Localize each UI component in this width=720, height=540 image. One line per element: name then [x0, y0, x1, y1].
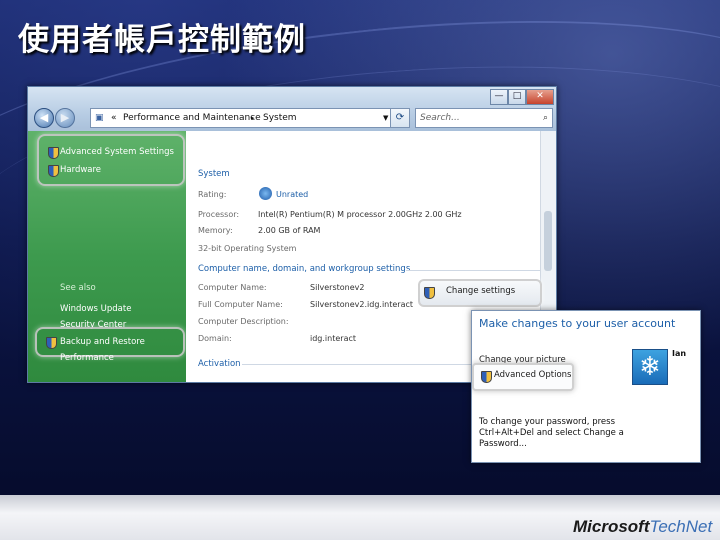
address-bar[interactable]: ▣ « Performance and Maintenance ▸ System…	[90, 108, 410, 128]
task-advanced-settings[interactable]: Advanced System Settings	[60, 147, 174, 157]
user-account-panel: Make changes to your user account Change…	[471, 310, 701, 463]
panel-title: Make changes to your user account	[479, 317, 676, 330]
password-hint: To change your password, press Ctrl+Alt+…	[479, 417, 624, 449]
link-performance[interactable]: Performance	[60, 353, 114, 363]
refresh-button[interactable]: ⟳	[390, 108, 410, 128]
change-settings-button[interactable]: Change settings	[418, 279, 542, 307]
full-name-label: Full Computer Name:	[198, 300, 283, 309]
change-settings-label: Change settings	[446, 286, 516, 296]
brand-logo: MicrosoftTechNet	[573, 517, 712, 537]
scrollbar-thumb[interactable]	[544, 211, 552, 271]
uac-shield-icon	[424, 287, 435, 299]
back-button[interactable]: ◀	[34, 108, 54, 128]
uac-shield-icon	[48, 147, 59, 159]
link-backup-restore[interactable]: Backup and Restore	[60, 337, 145, 347]
search-box[interactable]: Search... ⌕	[415, 108, 553, 128]
computer-name-value: Silverstonev2	[310, 283, 365, 292]
os-type-label: 32-bit Operating System	[198, 244, 297, 253]
forward-button[interactable]: ▶	[55, 108, 75, 128]
title-bar: — □ ✕ ◀ ▶ ▣ « Performance and Maintenanc…	[28, 87, 556, 131]
uac-shield-icon	[48, 165, 59, 177]
minimize-button[interactable]: —	[490, 89, 508, 105]
page-title: 使用者帳戶控制範例	[18, 22, 306, 58]
back-arrow-icon: ◀	[39, 111, 49, 124]
full-name-value: Silverstonev2.idg.interact	[310, 300, 414, 309]
memory-value: 2.00 GB of RAM	[258, 226, 321, 235]
processor-value: Intel(R) Pentium(R) M processor 2.00GHz …	[258, 210, 462, 219]
processor-label: Processor:	[198, 210, 240, 219]
description-label: Computer Description:	[198, 317, 289, 326]
advanced-options-label: Advanced Options	[494, 370, 572, 380]
uac-shield-icon	[46, 337, 57, 349]
search-input[interactable]: Search...	[420, 109, 460, 127]
search-icon[interactable]: ⌕	[543, 109, 548, 127]
section-system: System	[198, 169, 230, 179]
advanced-options-button[interactable]: Advanced Options	[472, 363, 574, 391]
breadcrumb-separator-icon: ▸	[251, 114, 255, 122]
computer-name-label: Computer Name:	[198, 283, 267, 292]
close-button[interactable]: ✕	[526, 89, 554, 105]
section-divider	[406, 270, 542, 271]
domain-value: idg.interact	[310, 334, 356, 343]
section-computer-name: Computer name, domain, and workgroup set…	[198, 264, 411, 274]
domain-label: Domain:	[198, 334, 232, 343]
breadcrumb-system[interactable]: System	[263, 109, 297, 127]
rating-icon	[259, 187, 272, 200]
task-highlight	[37, 134, 185, 186]
memory-label: Memory:	[198, 226, 233, 235]
address-dropdown-icon[interactable]: ▼	[383, 109, 388, 127]
see-also-heading: See also	[60, 283, 96, 293]
breadcrumb-performance[interactable]: Performance and Maintenance	[123, 109, 261, 127]
section-activation: Activation	[198, 359, 241, 369]
brand-technet: TechNet	[649, 517, 713, 536]
rating-value[interactable]: Unrated	[276, 190, 308, 199]
control-panel-icon: ▣	[95, 113, 104, 123]
refresh-icon: ⟳	[395, 112, 405, 123]
task-sidebar: Advanced System Settings Hardware See al…	[28, 131, 186, 382]
user-avatar: ❄	[632, 349, 668, 385]
user-name: Ian	[672, 349, 687, 358]
link-windows-update[interactable]: Windows Update	[60, 304, 131, 314]
snowflake-icon: ❄	[639, 352, 661, 382]
breadcrumb-overflow[interactable]: «	[111, 109, 117, 127]
task-hardware[interactable]: Hardware	[60, 165, 101, 175]
uac-shield-icon	[481, 371, 492, 383]
forward-arrow-icon: ▶	[60, 111, 70, 124]
brand-microsoft: Microsoft	[573, 517, 650, 536]
maximize-button[interactable]: □	[508, 89, 526, 105]
rating-label: Rating:	[198, 190, 227, 199]
